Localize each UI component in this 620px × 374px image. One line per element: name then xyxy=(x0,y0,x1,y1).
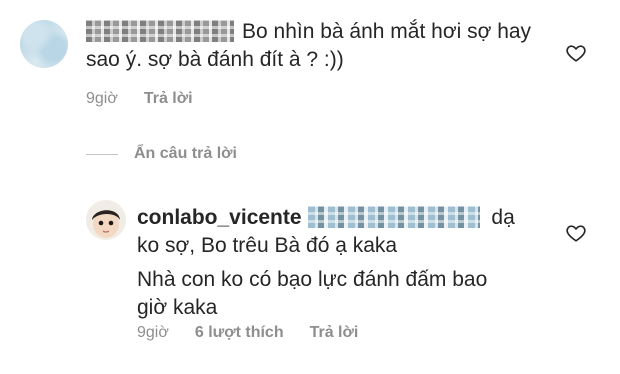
reply-body: conlabo_vicente dạ ko sợ, Bo trêu Bà đó … xyxy=(137,204,557,322)
reply-text-line1: dạ xyxy=(485,206,515,229)
reply-avatar[interactable] xyxy=(86,200,126,240)
commenter-avatar[interactable] xyxy=(20,20,68,68)
reply-time: 9giờ xyxy=(137,324,169,341)
reply-text-line2: ko sợ, Bo trêu Bà đó ạ kaka xyxy=(137,234,398,257)
blurred-username[interactable] xyxy=(86,20,234,42)
reply-button[interactable]: Trả lời xyxy=(310,324,359,342)
child-avatar-icon xyxy=(86,200,126,240)
hide-replies-row[interactable]: Ẩn câu trả lời xyxy=(86,145,237,163)
blurred-mention[interactable] xyxy=(307,206,480,228)
heart-icon[interactable] xyxy=(565,42,587,64)
reply-text-line4: giờ kaka xyxy=(137,296,218,319)
comment-meta: 9giờ Trả lời xyxy=(86,90,219,108)
comment-body: Bo nhìn bà ánh mắt hơi sợ hay sao ý. sợ … xyxy=(86,18,556,74)
divider-line xyxy=(86,153,118,155)
reply-button[interactable]: Trả lời xyxy=(144,90,193,108)
likes-count-link[interactable]: 6 lượt thích xyxy=(195,324,284,342)
heart-icon[interactable] xyxy=(565,222,587,244)
hide-replies-button[interactable]: Ẩn câu trả lời xyxy=(134,145,237,163)
comment-time: 9giờ xyxy=(86,90,118,107)
reply-username[interactable]: conlabo_vicente xyxy=(137,206,302,229)
reply-meta: 9giờ 6 lượt thích Trả lời xyxy=(137,324,384,342)
reply-text-line3: Nhà con ko có bạo lực đánh đấm bao xyxy=(137,268,488,291)
